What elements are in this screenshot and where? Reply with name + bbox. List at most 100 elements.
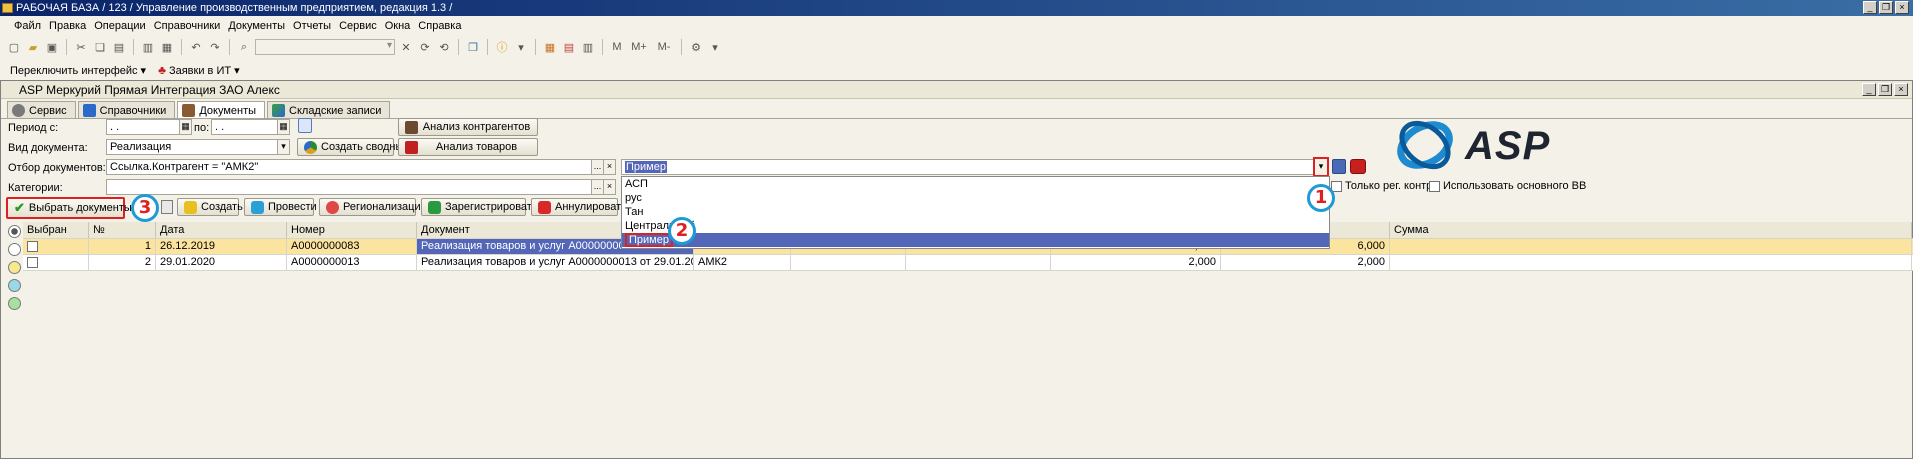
dropdown-item-selected[interactable]: Пример	[622, 233, 1329, 247]
menu-reports[interactable]: Отчеты	[289, 18, 335, 34]
doc-filter-clear-button[interactable]: ×	[603, 159, 616, 175]
cut-icon[interactable]: ✂	[73, 39, 89, 55]
row-checkbox-cell[interactable]	[23, 239, 89, 254]
doc-type-select[interactable]: Реализация	[106, 139, 278, 155]
child-restore-button[interactable]: ❐	[1878, 83, 1892, 96]
analysis-contractors-button[interactable]: Анализ контрагентов	[398, 118, 538, 136]
search-icon[interactable]: ⌕	[236, 39, 252, 55]
menu-references[interactable]: Справочники	[150, 18, 225, 34]
new-document-icon[interactable]: ▢	[6, 39, 22, 55]
annul-button[interactable]: Аннулировать	[531, 198, 627, 216]
circle-icon[interactable]	[8, 225, 21, 238]
tools-dropdown-icon[interactable]: ▾	[707, 39, 723, 55]
it-requests-button[interactable]: ♣ Заявки в ИТ ▾	[158, 63, 240, 77]
switch-interface-button[interactable]: Переключить интерфейс ▾	[10, 64, 146, 77]
col-doc-number[interactable]: Номер	[287, 222, 417, 238]
paste-icon[interactable]: ▤	[111, 39, 127, 55]
row-checkbox[interactable]	[27, 240, 38, 252]
print-icon[interactable]: ▥	[140, 39, 156, 55]
dropdown-item[interactable]: Центральный	[622, 219, 1329, 233]
use-main-box[interactable]	[1429, 180, 1440, 192]
create-button[interactable]: Создать	[177, 198, 243, 216]
col-sum[interactable]: Сумма	[1390, 222, 1912, 238]
undo-icon[interactable]: ↶	[188, 39, 204, 55]
period-picker-icon[interactable]	[298, 118, 312, 133]
categories-clear-button[interactable]: ×	[603, 179, 616, 195]
save-icon[interactable]: ▣	[44, 39, 60, 55]
dropdown-item[interactable]: Тан	[622, 205, 1329, 219]
period-from-field[interactable]: . .	[106, 119, 181, 135]
post-button[interactable]: Провести	[244, 198, 317, 216]
dropdown-item[interactable]: рус	[622, 191, 1329, 205]
find-next-icon[interactable]: ⟳	[417, 39, 433, 55]
child-minimize-button[interactable]: _	[1862, 83, 1876, 96]
minimize-button[interactable]: _	[1863, 1, 1877, 14]
preset-select[interactable]: Пример	[621, 159, 1315, 175]
circle-icon[interactable]	[8, 279, 21, 292]
child-close-button[interactable]: ×	[1894, 83, 1908, 96]
only-reg-checkbox[interactable]: Только рег. контр	[1331, 180, 1432, 192]
circle-icon[interactable]	[8, 243, 21, 256]
tab-references[interactable]: Справочники	[77, 101, 176, 119]
menu-help[interactable]: Справка	[414, 18, 465, 34]
info-dropdown-icon[interactable]: ▾	[513, 39, 529, 55]
table-icon[interactable]: ▥	[580, 39, 596, 55]
save-preset-icon[interactable]	[1332, 159, 1346, 174]
menu-operations[interactable]: Операции	[90, 18, 149, 34]
menu-edit[interactable]: Правка	[45, 18, 90, 34]
categories-field[interactable]	[106, 179, 592, 195]
select-docs-button[interactable]: ✔ Выбрать документы	[6, 197, 132, 219]
calculator-icon[interactable]: ▦	[542, 39, 558, 55]
period-to-field[interactable]: . .	[211, 119, 278, 135]
dropdown-item[interactable]: АСП	[622, 177, 1329, 191]
menu-windows[interactable]: Окна	[381, 18, 415, 34]
col-date[interactable]: Дата	[156, 222, 287, 238]
chevron-down-icon[interactable]: ▾	[277, 139, 290, 155]
row-checkbox-cell[interactable]	[23, 255, 89, 270]
print-preview-icon[interactable]: ▦	[159, 39, 175, 55]
create-summary-button[interactable]: Создать сводный	[297, 138, 410, 156]
tab-documents[interactable]: Документы	[177, 101, 266, 119]
circle-icon[interactable]	[8, 261, 21, 274]
analysis-goods-button[interactable]: Анализ товаров	[398, 138, 538, 156]
close-button[interactable]: ×	[1895, 1, 1909, 14]
circle-icon[interactable]	[8, 297, 21, 310]
dropdown-selected-label: Пример	[625, 233, 673, 247]
table-row[interactable]: 2 29.01.2020 А0000000013 Реализация това…	[23, 255, 1913, 271]
clipboard-icon[interactable]	[161, 200, 173, 214]
menu-documents[interactable]: Документы	[224, 18, 289, 34]
windows-icon[interactable]: ❐	[465, 39, 481, 55]
tab-documents-label: Документы	[199, 104, 257, 117]
row-document: Реализация товаров и услуг А0000000013 о…	[417, 255, 694, 270]
restore-button[interactable]: ❐	[1879, 1, 1893, 14]
doc-filter-field[interactable]: Ссылка.Контрагент = "АМК2"	[106, 159, 592, 175]
open-icon[interactable]: ▰	[25, 39, 41, 55]
register-button[interactable]: Зарегистрировать	[421, 198, 538, 216]
search-combo[interactable]	[255, 39, 395, 55]
calendar-icon[interactable]: ▦	[179, 119, 192, 135]
tab-service[interactable]: Сервис	[7, 101, 76, 119]
menu-service[interactable]: Сервис	[335, 18, 381, 34]
menu-file[interactable]: Файл	[6, 18, 45, 34]
annotation-2: 2	[668, 217, 696, 245]
memory-icon[interactable]: M	[609, 39, 625, 55]
memory-plus-icon[interactable]: M+	[628, 39, 650, 55]
regionalization-button[interactable]: Регионализация	[319, 198, 427, 216]
row-checkbox[interactable]	[27, 256, 38, 268]
memory-minus-icon[interactable]: M-	[653, 39, 675, 55]
row-n: 1	[89, 239, 156, 254]
copy-icon[interactable]: ❏	[92, 39, 108, 55]
redo-icon[interactable]: ↷	[207, 39, 223, 55]
col-selected[interactable]: Выбран	[23, 222, 89, 238]
col-number[interactable]: №	[89, 222, 156, 238]
use-main-checkbox[interactable]: Использовать основного ВВ	[1429, 180, 1586, 192]
delete-preset-icon[interactable]	[1350, 159, 1366, 174]
find-prev-icon[interactable]: ⟲	[436, 39, 452, 55]
clear-search-icon[interactable]: ✕	[398, 39, 414, 55]
calendar-icon[interactable]: ▤	[561, 39, 577, 55]
tools-icon[interactable]: ⚙	[688, 39, 704, 55]
tab-warehouse[interactable]: Складские записи	[267, 101, 391, 119]
calendar-icon[interactable]: ▦	[277, 119, 290, 135]
preset-dropdown-button[interactable]: ▾	[1313, 157, 1329, 177]
info-icon[interactable]: ⓘ	[494, 39, 510, 55]
